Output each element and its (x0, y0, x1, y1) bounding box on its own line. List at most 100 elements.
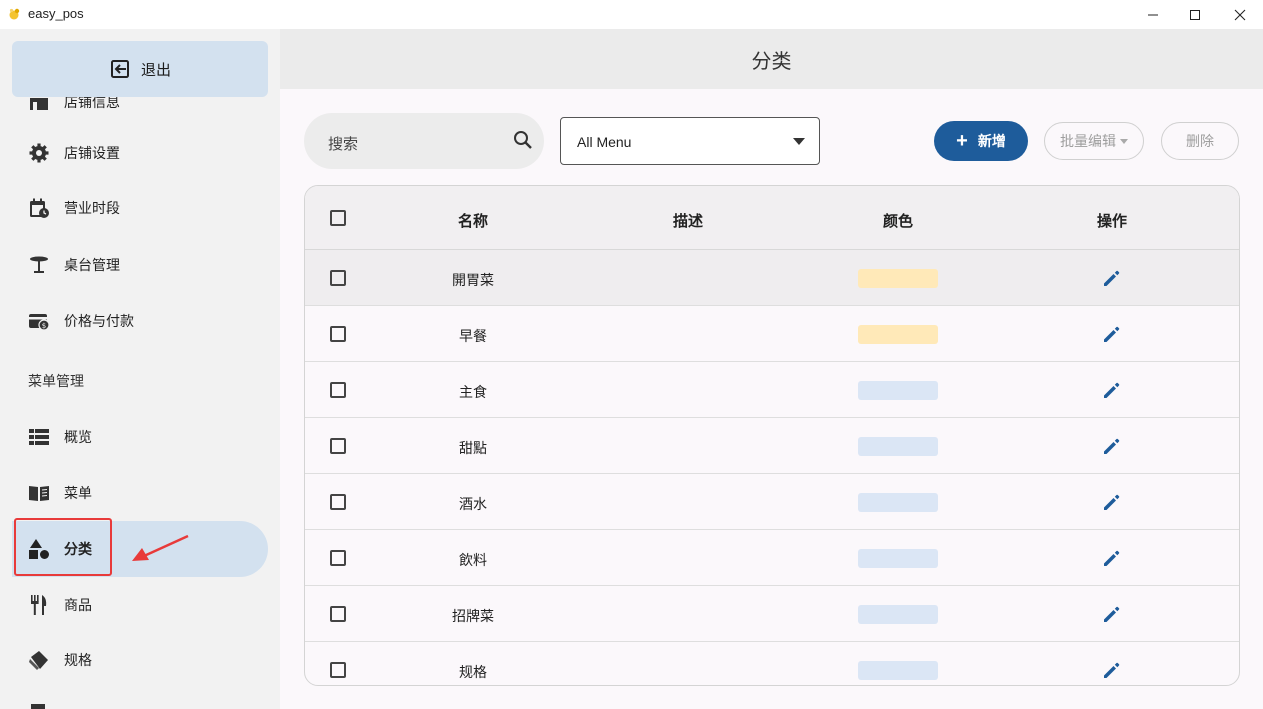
dropdown-arrow-icon (1120, 138, 1128, 144)
sidebar-item-price-payment[interactable]: $ 价格与付款 (12, 293, 268, 349)
table-row[interactable]: 主食 (305, 362, 1239, 418)
color-swatch (858, 661, 938, 680)
row-checkbox[interactable] (330, 438, 346, 454)
category-name: 招牌菜 (452, 608, 494, 624)
batch-edit-button[interactable]: 批量编辑 (1044, 122, 1144, 160)
sidebar-item-label: 店铺设置 (64, 145, 120, 161)
sidebar-item-overview[interactable]: 概览 (12, 409, 268, 465)
edit-icon[interactable] (1102, 604, 1122, 624)
add-button-label: 新增 (977, 133, 1006, 149)
sidebar-item-store-settings[interactable]: 店铺设置 (12, 125, 268, 181)
column-header-description[interactable]: 描述 (673, 210, 703, 231)
table-row[interactable]: 早餐 (305, 306, 1239, 362)
maximize-icon (1190, 9, 1200, 20)
sidebar: 店铺信息 退出 店铺设置 营业时段 桌台管理 $ 价格与付款 菜单管理 概览 菜… (0, 29, 280, 709)
main-content: 搜索 All Menu + 新增 批量编辑 删除 名称 描述 颜色 操作 開胃菜… (280, 89, 1263, 709)
column-header-actions: 操作 (1096, 213, 1128, 230)
logout-icon (110, 60, 129, 78)
sidebar-item-label: 概览 (64, 429, 92, 445)
wallet-icon: $ (29, 314, 50, 331)
section-menu-management: 菜单管理 (28, 373, 84, 389)
app-logo-icon (9, 8, 20, 20)
row-checkbox[interactable] (330, 494, 346, 510)
row-checkbox[interactable] (330, 662, 346, 678)
minimize-button[interactable] (1130, 0, 1176, 29)
maximize-button[interactable] (1172, 0, 1218, 29)
edit-icon[interactable] (1102, 380, 1122, 400)
table-header: 名称 描述 颜色 操作 (305, 186, 1239, 250)
delete-button[interactable]: 删除 (1161, 122, 1239, 160)
category-name: 早餐 (459, 328, 487, 344)
sidebar-item-menu[interactable]: 菜单 (12, 465, 268, 521)
minimize-icon (1148, 14, 1158, 15)
edit-icon[interactable] (1102, 548, 1122, 568)
table-icon (30, 256, 48, 273)
row-checkbox[interactable] (330, 270, 346, 286)
list-icon (29, 429, 49, 445)
window-title: easy_pos (28, 6, 84, 21)
category-name: 主食 (459, 384, 487, 400)
column-header-name[interactable]: 名称 (458, 210, 488, 231)
menu-select[interactable]: All Menu (560, 117, 820, 165)
delete-button-label: 删除 (1186, 133, 1214, 149)
sidebar-item-label: 营业时段 (64, 200, 120, 216)
close-icon (1234, 9, 1246, 20)
sidebar-item-business-hours[interactable]: 营业时段 (12, 180, 268, 236)
edit-icon[interactable] (1102, 660, 1122, 680)
row-checkbox[interactable] (330, 382, 346, 398)
table-row[interactable]: 甜點 (305, 418, 1239, 474)
sidebar-item-label: 价格与付款 (64, 313, 134, 329)
edit-icon[interactable] (1102, 492, 1122, 512)
color-swatch (858, 437, 938, 456)
exit-label: 退出 (140, 61, 171, 79)
batch-edit-label: 批量编辑 (1060, 133, 1116, 149)
add-button[interactable]: + 新增 (934, 121, 1028, 161)
table-row[interactable]: 開胃菜 (305, 250, 1239, 306)
annotation-highlight-box (14, 518, 112, 576)
edit-icon[interactable] (1102, 324, 1122, 344)
search-placeholder: 搜索 (328, 136, 359, 153)
search-icon[interactable] (512, 129, 534, 151)
category-table: 名称 描述 颜色 操作 開胃菜早餐主食甜點酒水飲料招牌菜规格 (304, 185, 1240, 686)
close-button[interactable] (1217, 0, 1263, 29)
sidebar-item-label: 菜单 (64, 485, 92, 501)
book-icon (29, 486, 49, 501)
gear-icon (29, 143, 49, 163)
row-checkbox[interactable] (330, 550, 346, 566)
edit-icon[interactable] (1102, 436, 1122, 456)
select-all-checkbox[interactable] (330, 210, 346, 226)
category-name: 飲料 (459, 552, 487, 568)
table-row[interactable]: 酒水 (305, 474, 1239, 530)
utensils-icon (31, 595, 47, 615)
chevron-down-icon (793, 138, 805, 145)
color-swatch (858, 605, 938, 624)
row-checkbox[interactable] (330, 606, 346, 622)
sidebar-item-specs[interactable]: 规格 (12, 632, 268, 688)
exit-button[interactable]: 退出 (12, 41, 268, 97)
category-name: 酒水 (459, 496, 487, 512)
sidebar-item-label: 规格 (64, 652, 92, 668)
row-checkbox[interactable] (330, 326, 346, 342)
annotation-arrow-icon (132, 534, 189, 561)
menu-select-value: All Menu (577, 134, 632, 150)
color-swatch (858, 381, 938, 400)
color-swatch (858, 325, 938, 344)
edit-icon[interactable] (1102, 268, 1122, 288)
plus-icon: + (956, 130, 968, 152)
svg-text:$: $ (42, 322, 46, 330)
column-header-color[interactable]: 颜色 (883, 210, 913, 231)
table-row[interactable]: 招牌菜 (305, 586, 1239, 642)
page-header: 分类 (280, 29, 1263, 89)
calendar-clock-icon (30, 198, 49, 218)
color-swatch (858, 549, 938, 568)
sidebar-item-products[interactable]: 商品 (12, 577, 268, 633)
table-row[interactable]: 飲料 (305, 530, 1239, 586)
window-titlebar: easy_pos (0, 0, 1263, 29)
category-name: 规格 (459, 664, 487, 680)
search-input[interactable]: 搜索 (304, 113, 544, 169)
table-row[interactable]: 规格 (305, 642, 1239, 685)
sidebar-item-table-management[interactable]: 桌台管理 (12, 237, 268, 293)
sidebar-next-item-icon (31, 704, 45, 709)
sidebar-item-label: 桌台管理 (64, 257, 120, 273)
color-swatch (858, 493, 938, 512)
